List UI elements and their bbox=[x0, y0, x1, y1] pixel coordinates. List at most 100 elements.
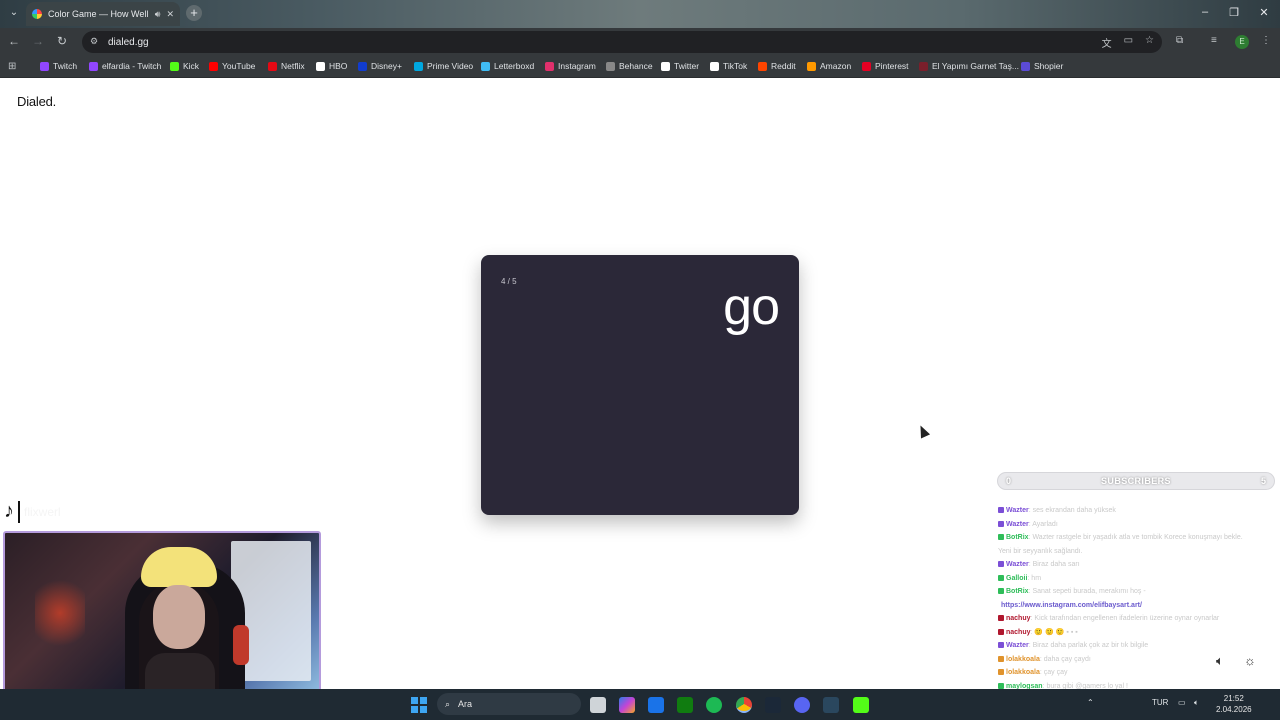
streamer-face bbox=[153, 585, 205, 649]
bookmark-behance[interactable]: Behance bbox=[606, 61, 653, 71]
url-text: dialed.gg bbox=[108, 36, 149, 48]
kick-app-icon[interactable] bbox=[853, 697, 869, 713]
chat-message: BotRix: Sanat sepeti burada, merakımı ho… bbox=[998, 585, 1278, 599]
title-bar: ⌄ Color Game — How Well C 🔊︎ ✕ + – ❐ ✕ bbox=[0, 0, 1280, 28]
card-prompt-word: go bbox=[723, 278, 780, 336]
bookmark-shopier[interactable]: Shopier bbox=[1021, 61, 1063, 71]
bookmark-label: Reddit bbox=[771, 61, 796, 71]
bookmark-letterboxd[interactable]: Letterboxd bbox=[481, 61, 534, 71]
xbox-icon[interactable] bbox=[677, 697, 693, 713]
new-tab-button[interactable]: + bbox=[186, 5, 202, 21]
language-indicator[interactable]: TUR bbox=[1152, 698, 1168, 707]
reddit-icon bbox=[758, 61, 767, 71]
discord-icon[interactable] bbox=[794, 697, 810, 713]
system-clock[interactable]: 21:52 2.04.2026 bbox=[1216, 693, 1252, 715]
pikachu-hat bbox=[141, 547, 217, 587]
chat-text: : çay çay bbox=[1039, 669, 1068, 676]
lamp-glow bbox=[35, 573, 85, 653]
site-info-icon[interactable]: ⚙ bbox=[88, 36, 100, 48]
chat-username: Wazter bbox=[1006, 642, 1029, 649]
address-bar[interactable]: ⚙ dialed.gg 文 ▭ ☆ bbox=[82, 31, 1162, 53]
divider bbox=[18, 500, 20, 523]
forward-icon[interactable]: → bbox=[30, 34, 46, 48]
shop-icon bbox=[919, 61, 928, 71]
bookmark-amazon[interactable]: Amazon bbox=[807, 61, 851, 71]
twitch-icon bbox=[40, 61, 49, 71]
bookmark-twitter[interactable]: Twitter bbox=[661, 61, 699, 71]
bookmark-disney[interactable]: Disney+ bbox=[358, 61, 402, 71]
tiktok-username: flixwerl bbox=[24, 504, 61, 519]
steam-alt-icon[interactable] bbox=[823, 697, 839, 713]
x-icon bbox=[661, 61, 670, 71]
chat-text: : 🙂 🙂 🙂 ▪ ▪ ▪ bbox=[1030, 628, 1078, 636]
active-tab[interactable]: Color Game — How Well C 🔊︎ ✕ bbox=[26, 2, 180, 26]
profile-avatar[interactable]: E bbox=[1235, 35, 1249, 49]
bookmark-label: YouTube bbox=[222, 61, 256, 71]
bookmark-label: Prime Video bbox=[427, 61, 474, 71]
back-icon[interactable]: ← bbox=[6, 34, 22, 48]
apps-grid-icon[interactable]: ⊞ bbox=[8, 61, 16, 72]
bookmark-pinterest[interactable]: Pinterest bbox=[862, 61, 909, 71]
tab-search-icon[interactable]: ⌄ bbox=[6, 5, 22, 21]
spotify-icon[interactable] bbox=[706, 697, 722, 713]
bookmark-label: Pinterest bbox=[875, 61, 909, 71]
extensions-icon[interactable]: ⧉ bbox=[1176, 35, 1183, 46]
speaker-icon[interactable]: 🔊︎ bbox=[155, 9, 161, 20]
translate-icon[interactable]: 文 bbox=[1102, 35, 1112, 50]
chat-message: Galloii: hm bbox=[998, 572, 1278, 586]
chat-badge-icon bbox=[998, 561, 1004, 568]
mouse-cursor-icon bbox=[915, 423, 931, 439]
chat-link[interactable]: https://www.instagram.com/elifbaysart.ar… bbox=[1001, 602, 1142, 609]
bookmark-reddit[interactable]: Reddit bbox=[758, 61, 796, 71]
bookmark-label: Amazon bbox=[820, 61, 852, 71]
bookmark-twitch[interactable]: Twitch bbox=[40, 61, 77, 71]
youtube-icon bbox=[209, 61, 218, 71]
chat-message: Wazter: Biraz daha parlak çok az bir tık… bbox=[998, 639, 1278, 653]
search-icon: ⌕ bbox=[445, 698, 451, 709]
chat-text: : ses ekrandan daha yüksek bbox=[1028, 507, 1116, 514]
chat-badge-icon bbox=[998, 615, 1004, 622]
subscriber-goal-target: 5 bbox=[1260, 476, 1266, 486]
reload-icon[interactable]: ↻ bbox=[54, 34, 70, 48]
bookmark-label: HBO bbox=[329, 61, 348, 71]
chat-badge-icon bbox=[998, 588, 1004, 595]
chrome-icon[interactable] bbox=[736, 697, 752, 713]
bookmark-instagram[interactable]: Instagram bbox=[545, 61, 596, 71]
behance-icon bbox=[606, 61, 615, 71]
outlook-icon[interactable] bbox=[648, 697, 664, 713]
minimize-icon[interactable]: – bbox=[1198, 6, 1212, 18]
windows-start-icon[interactable] bbox=[411, 697, 427, 713]
bookmark-label: El Yapımı Garnet Taş... bbox=[932, 61, 1019, 71]
chat-overlay: Wazter : ses ekrandan daha yüksek Wazter: … bbox=[998, 504, 1278, 720]
bookmark-youtube[interactable]: YouTube bbox=[209, 61, 255, 71]
site-logo[interactable]: Dialed. bbox=[17, 94, 56, 109]
bookmark-kick[interactable]: Kick bbox=[170, 61, 199, 71]
copilot-icon[interactable] bbox=[619, 697, 635, 713]
media-icon[interactable]: ≡ bbox=[1211, 35, 1217, 46]
color-wheel-icon bbox=[32, 9, 42, 19]
chat-message: BotRix: Wazter rastgele bir yaşadık atla… bbox=[998, 531, 1278, 545]
chat-text: : Wazter rastgele bir yaşadık atla ve to… bbox=[1028, 534, 1243, 541]
bookmark-elfardia-twitch[interactable]: elfardia - Twitch bbox=[89, 61, 161, 71]
cast-icon[interactable]: ▭ bbox=[1124, 35, 1133, 50]
bookmark-star-icon[interactable]: ☆ bbox=[1145, 35, 1154, 50]
tray-chevron-icon[interactable]: ⌃ bbox=[1087, 698, 1094, 707]
bookmark-prime-video[interactable]: Prime Video bbox=[414, 61, 473, 71]
network-icon[interactable]: ▭ bbox=[1178, 698, 1186, 707]
close-window-icon[interactable]: ✕ bbox=[1257, 6, 1271, 19]
restore-icon[interactable]: ❐ bbox=[1227, 6, 1241, 19]
menu-icon[interactable]: ⋮ bbox=[1261, 35, 1271, 46]
bookmark-hbo[interactable]: HBO bbox=[316, 61, 347, 71]
bookmark-tiktok[interactable]: TikTok bbox=[710, 61, 747, 71]
color-card[interactable]: 4 / 5 go bbox=[481, 255, 799, 515]
volume-icon[interactable]: 🔈︎ bbox=[1194, 698, 1199, 708]
theme-sun-icon[interactable]: ☼ bbox=[1244, 653, 1256, 668]
sound-icon[interactable]: 🔈︎ bbox=[1216, 653, 1224, 669]
chat-text: : Ayarladı bbox=[1028, 520, 1058, 528]
close-tab-icon[interactable]: ✕ bbox=[166, 9, 174, 20]
steam-icon[interactable] bbox=[765, 697, 781, 713]
bookmark-netflix[interactable]: Netflix bbox=[268, 61, 305, 71]
file-explorer-icon[interactable] bbox=[590, 697, 606, 713]
bookmark-garnet[interactable]: El Yapımı Garnet Taş... bbox=[919, 61, 1019, 71]
taskbar-search[interactable]: ⌕ Ara bbox=[437, 693, 581, 715]
